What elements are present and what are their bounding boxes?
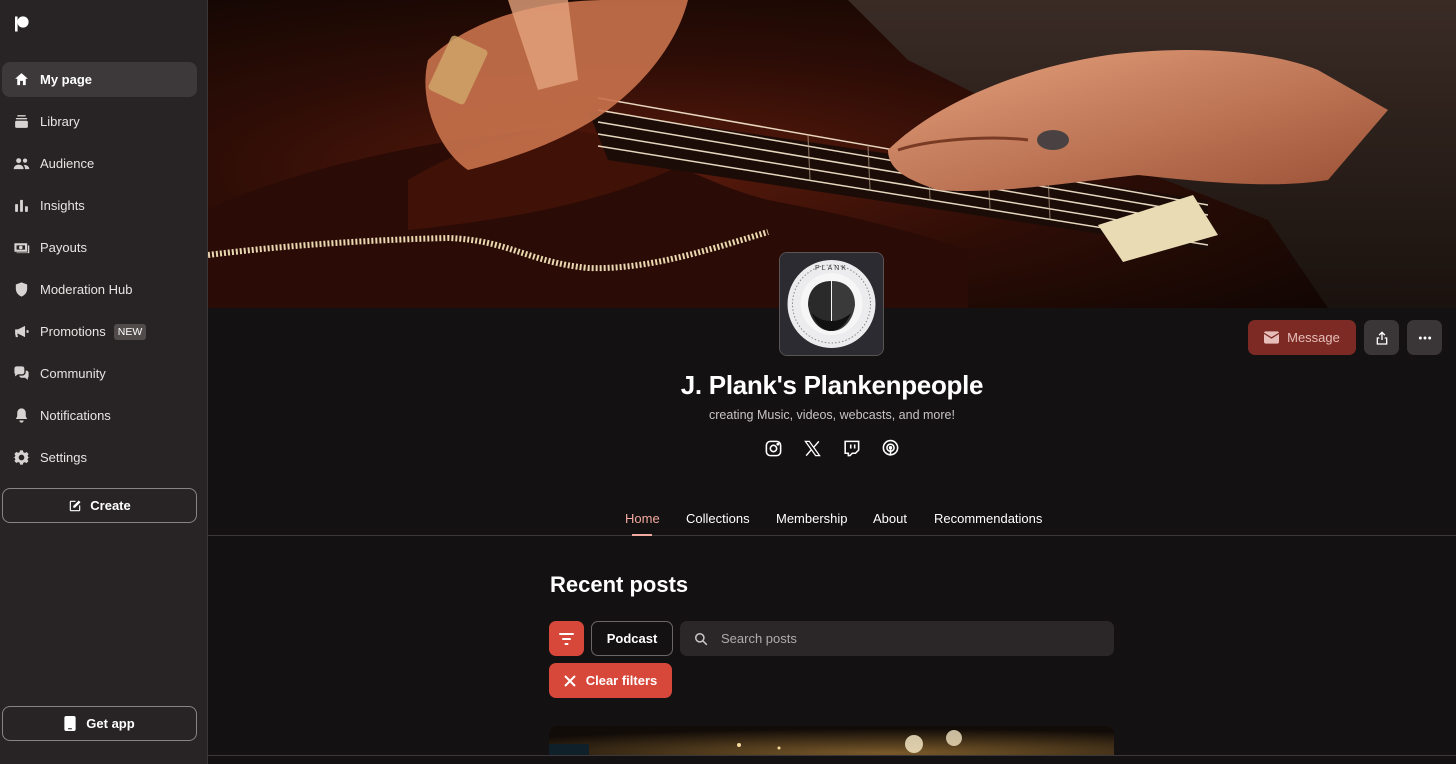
recent-posts-heading: Recent posts xyxy=(550,572,689,597)
bell-icon xyxy=(12,407,30,425)
payouts-icon xyxy=(12,239,30,257)
create-button[interactable]: Create xyxy=(2,488,197,523)
edit-icon xyxy=(70,499,81,511)
insights-icon xyxy=(12,197,30,215)
active-tab-indicator xyxy=(632,534,652,536)
sidebar-item-label: Community xyxy=(40,366,106,381)
profile-tabs: Home Collections Membership About Recomm… xyxy=(208,507,1456,536)
search-icon xyxy=(694,632,708,645)
search-posts-field xyxy=(680,621,1114,656)
sidebar-item-label: Insights xyxy=(40,198,85,213)
sidebar-item-moderation-hub[interactable]: Moderation Hub xyxy=(2,272,197,307)
sidebar-item-label: My page xyxy=(40,72,93,87)
sidebar-item-library[interactable]: Library xyxy=(2,104,197,139)
sidebar-item-insights[interactable]: Insights xyxy=(2,188,197,223)
sidebar-item-label: Promotions xyxy=(40,324,106,339)
megaphone-icon xyxy=(12,323,30,341)
sidebar-item-community[interactable]: Community xyxy=(2,356,197,391)
tab-home[interactable]: Home xyxy=(625,511,660,526)
avatar-logo-text: PLANK xyxy=(815,265,848,272)
tab-about[interactable]: About xyxy=(873,511,907,526)
filter-button[interactable] xyxy=(549,621,584,656)
creator-avatar[interactable]: PLANK xyxy=(779,252,884,356)
divider xyxy=(208,755,1456,756)
creator-name: J. Plank's Plankenpeople xyxy=(680,370,984,400)
creator-tagline: creating Music, videos, webcasts, and mo… xyxy=(709,408,955,422)
app-window: My page Library Audience Insights Payout… xyxy=(0,0,1456,764)
sidebar: My page Library Audience Insights Payout… xyxy=(0,0,208,764)
sidebar-item-notifications[interactable]: Notifications xyxy=(2,398,197,433)
share-button[interactable] xyxy=(1364,320,1399,355)
social-links xyxy=(763,438,900,458)
share-icon xyxy=(1376,330,1387,345)
message-button-label: Message xyxy=(1287,330,1340,345)
sidebar-item-settings[interactable]: Settings xyxy=(2,440,197,475)
sidebar-item-payouts[interactable]: Payouts xyxy=(2,230,197,265)
audience-icon xyxy=(12,155,30,173)
sidebar-item-my-page[interactable]: My page xyxy=(2,62,197,97)
sidebar-item-promotions[interactable]: Promotions NEW xyxy=(2,314,197,349)
search-input[interactable] xyxy=(721,631,1101,646)
post-thumbnail-image[interactable] xyxy=(549,726,1114,756)
clear-filters-label: Clear filters xyxy=(585,673,658,688)
sidebar-item-label: Moderation Hub xyxy=(40,282,133,297)
gear-icon xyxy=(12,449,30,467)
get-app-button-label: Get app xyxy=(86,716,135,731)
phone-icon xyxy=(64,716,76,731)
more-dots-icon xyxy=(1418,336,1431,339)
main-content: PLANK Message J. Plank's Plankenpeople c… xyxy=(208,0,1456,764)
sidebar-item-label: Audience xyxy=(40,156,95,171)
x-icon[interactable] xyxy=(802,438,822,458)
home-icon xyxy=(12,71,30,89)
message-button[interactable]: Message xyxy=(1248,320,1356,355)
mail-icon xyxy=(1264,331,1280,344)
podcast-filter-chip[interactable]: Podcast xyxy=(591,621,673,656)
sidebar-nav: My page Library Audience Insights Payout… xyxy=(2,62,197,482)
sidebar-item-label: Notifications xyxy=(40,408,111,423)
more-options-button[interactable] xyxy=(1407,320,1442,355)
chat-icon xyxy=(12,365,30,383)
sidebar-item-audience[interactable]: Audience xyxy=(2,146,197,181)
podcast-icon[interactable] xyxy=(880,438,900,458)
tab-collections[interactable]: Collections xyxy=(686,511,750,526)
filter-icon xyxy=(559,632,574,645)
account-avatar-partial[interactable] xyxy=(2,758,36,764)
profile-actions: Message xyxy=(1248,320,1442,355)
twitch-icon[interactable] xyxy=(841,438,861,458)
sidebar-item-label: Payouts xyxy=(40,240,87,255)
sidebar-item-label: Library xyxy=(40,114,80,129)
close-icon xyxy=(564,674,576,687)
new-badge: NEW xyxy=(113,323,147,340)
instagram-icon[interactable] xyxy=(763,438,783,458)
create-button-label: Create xyxy=(90,498,131,513)
tab-membership[interactable]: Membership xyxy=(776,511,848,526)
shield-icon xyxy=(12,281,30,299)
clear-filters-button[interactable]: Clear filters xyxy=(549,663,672,698)
patreon-logo-icon[interactable] xyxy=(13,15,31,33)
library-icon xyxy=(12,113,30,131)
get-app-button[interactable]: Get app xyxy=(2,706,197,741)
tab-recommendations[interactable]: Recommendations xyxy=(934,511,1042,526)
sidebar-item-label: Settings xyxy=(40,450,87,465)
